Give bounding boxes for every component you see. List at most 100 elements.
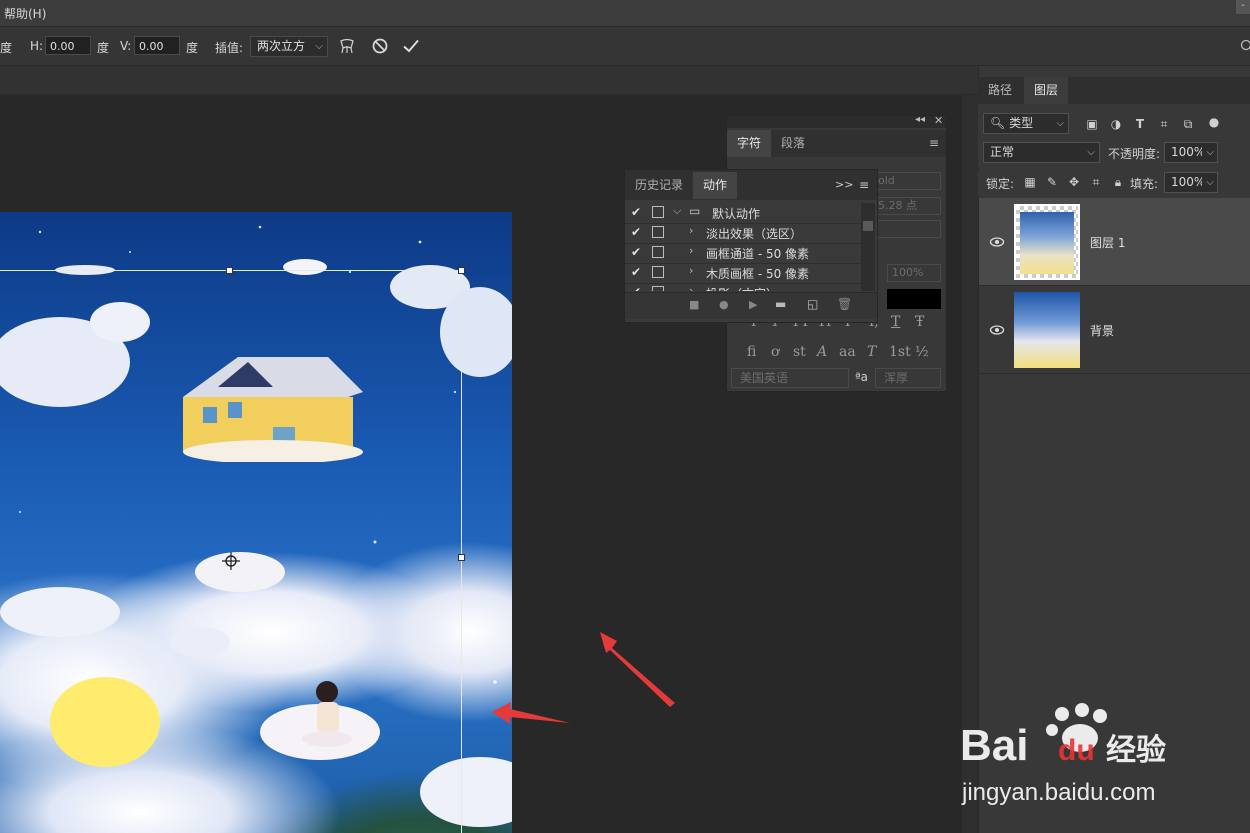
language-select[interactable]: 美国英语 — [731, 368, 849, 388]
document-tab-bar — [0, 66, 978, 95]
layer-row-background[interactable]: 背景 — [979, 286, 1250, 374]
h-skew-input[interactable]: 0.00 — [45, 36, 91, 55]
dialog-toggle-icon[interactable] — [652, 226, 664, 238]
blend-row: 正常 ⌵ 不透明度: 100% ⌵ — [978, 142, 1250, 168]
play-icon[interactable]: ▶ — [749, 298, 757, 311]
opacity-label: 不透明度: — [1108, 147, 1161, 161]
new-set-folder-icon[interactable]: ▬ — [775, 297, 786, 311]
glyph-old-style[interactable]: ơ — [771, 344, 779, 360]
chevron-right-icon[interactable]: › — [689, 244, 693, 257]
tab-character[interactable]: 字符 — [727, 130, 772, 157]
dialog-toggle-icon[interactable] — [652, 286, 664, 291]
transform-handle-middle-right[interactable] — [458, 554, 465, 561]
transform-reference-point-icon[interactable] — [222, 552, 240, 570]
visibility-eye-icon[interactable] — [989, 322, 1005, 338]
character-panel-titlebar[interactable]: ◂◂ ✕ — [727, 114, 946, 128]
dialog-toggle-icon[interactable] — [652, 246, 664, 258]
lock-position-icon[interactable]: ✥ — [1066, 174, 1082, 190]
commit-transform-icon[interactable] — [402, 37, 420, 55]
cancel-transform-icon[interactable] — [371, 37, 389, 55]
font-style-select[interactable]: old — [875, 172, 941, 190]
filter-type-icon[interactable]: T — [1132, 116, 1148, 132]
fill-dropdown[interactable]: ⌵ — [1202, 172, 1218, 193]
glyph-underline[interactable]: T — [891, 314, 900, 330]
new-action-icon[interactable]: ◱ — [807, 297, 818, 311]
anti-alias-icon: ªa — [855, 370, 869, 384]
character-panel-tabs: 字符 段落 ≡ — [727, 130, 946, 157]
transform-handle-top-right[interactable] — [458, 267, 465, 274]
glyph-ligature[interactable]: fi — [747, 344, 756, 360]
tab-layers[interactable]: 图层 — [1024, 77, 1069, 104]
glyph-titling[interactable]: T — [867, 344, 876, 360]
panel-menu-icon[interactable]: ≡ — [929, 136, 939, 150]
tab-paths[interactable]: 路径 — [978, 77, 1022, 104]
visibility-eye-icon[interactable] — [989, 234, 1005, 250]
filter-shape-icon[interactable]: ⌗ — [1156, 116, 1172, 132]
vertical-scale-input[interactable]: 100% — [887, 264, 941, 282]
dialog-toggle-icon[interactable] — [652, 206, 664, 218]
filter-adjustment-icon[interactable]: ◑ — [1108, 116, 1124, 132]
lock-all-icon[interactable]: 🔒︎ — [1110, 174, 1126, 190]
anti-alias-select[interactable]: 浑厚 — [875, 368, 941, 388]
glyph-swash[interactable]: A — [817, 344, 827, 360]
action-row[interactable]: ✔ › 木质画框 - 50 像素 — [625, 263, 861, 284]
search-icon[interactable] — [1240, 39, 1250, 51]
interpolation-select[interactable]: 两次立方 ⌵ — [250, 36, 328, 57]
chevron-right-icon[interactable]: › — [689, 224, 693, 237]
degree-label-h: 度 — [97, 41, 110, 55]
font-size-select[interactable]: 5.28 点 — [875, 197, 941, 215]
expand-icon[interactable]: >> — [835, 178, 853, 191]
checkmark-icon[interactable]: ✔ — [631, 245, 641, 259]
layer-row-layer1[interactable]: 图层 1 — [979, 198, 1250, 286]
lock-label: 锁定: — [986, 177, 1015, 191]
checkmark-icon[interactable]: ✔ — [631, 205, 641, 219]
glyph-discretionary[interactable]: st — [793, 344, 806, 360]
filter-kind-value: 类型 — [1009, 116, 1034, 130]
leading-select[interactable] — [875, 220, 941, 238]
action-set-row[interactable]: ✔ ⌵ ▭ 默认动作 — [625, 203, 861, 224]
lock-transparent-icon[interactable]: ▦ — [1022, 174, 1038, 190]
v-skew-input[interactable]: 0.00 — [134, 36, 180, 55]
chevron-right-icon[interactable]: › — [689, 284, 693, 291]
checkmark-icon[interactable]: ✔ — [631, 225, 641, 239]
lock-artboard-icon[interactable]: ⌗ — [1088, 174, 1104, 190]
checkmark-icon[interactable]: ✔ — [631, 265, 641, 279]
lock-image-icon[interactable]: ✎ — [1044, 174, 1060, 190]
action-row[interactable]: ✔ › 投影（文字） — [625, 283, 861, 291]
filter-pixel-icon[interactable]: ▣ — [1084, 116, 1100, 132]
filter-toggle-icon[interactable]: ● — [1206, 114, 1222, 130]
tab-paragraph[interactable]: 段落 — [771, 130, 815, 157]
layer-filter-select[interactable]: 🔍︎ 类型 ⌵ — [983, 113, 1069, 134]
text-color-swatch[interactable] — [887, 289, 941, 309]
action-row[interactable]: ✔ › 淡出效果（选区） — [625, 223, 861, 244]
stop-icon[interactable]: ■ — [689, 298, 699, 311]
tab-actions[interactable]: 动作 — [693, 172, 738, 199]
close-icon[interactable]: ✕ — [934, 114, 943, 127]
glyph-fractions[interactable]: ½ — [915, 344, 929, 360]
action-row[interactable]: ✔ › 画框通道 - 50 像素 — [625, 243, 861, 264]
window-minimize-button[interactable]: - — [1236, 0, 1250, 14]
watermark-tagline: 经验 — [1106, 733, 1166, 768]
blend-mode-select[interactable]: 正常 ⌵ — [983, 142, 1100, 163]
chevron-right-icon[interactable]: › — [689, 264, 693, 277]
transform-handle-top-center[interactable] — [226, 267, 233, 274]
scroll-thumb[interactable] — [863, 221, 873, 231]
record-icon[interactable]: ● — [719, 298, 729, 311]
menu-help[interactable]: 帮助(H) — [4, 5, 46, 22]
warp-mode-icon[interactable] — [338, 37, 356, 55]
glyph-ordinals[interactable]: 1st — [889, 344, 911, 360]
filter-smart-object-icon[interactable]: ⧉ — [1180, 116, 1196, 132]
checkmark-icon[interactable]: ✔ — [631, 285, 641, 291]
glyph-strikethrough[interactable]: Ŧ — [915, 314, 924, 330]
dialog-toggle-icon[interactable] — [652, 266, 664, 278]
tab-history[interactable]: 历史记录 — [625, 172, 693, 199]
panel-menu-icon[interactable]: ≡ — [859, 178, 869, 192]
collapse-icon[interactable]: ◂◂ — [915, 114, 925, 125]
delete-icon[interactable]: 🗑︎ — [837, 297, 852, 311]
actions-scrollbar[interactable] — [861, 203, 875, 291]
chevron-down-icon[interactable]: ⌵ — [673, 204, 681, 218]
actions-panel: 历史记录 动作 >> ≡ ✔ ⌵ ▭ 默认动作 ✔ › 淡出效果（选区） ✔ › 画框通道 - 5… — [624, 169, 878, 323]
layer-thumbnail — [1014, 204, 1080, 280]
opacity-dropdown[interactable]: ⌵ — [1202, 142, 1218, 163]
glyph-stylistic[interactable]: aa — [839, 344, 856, 360]
